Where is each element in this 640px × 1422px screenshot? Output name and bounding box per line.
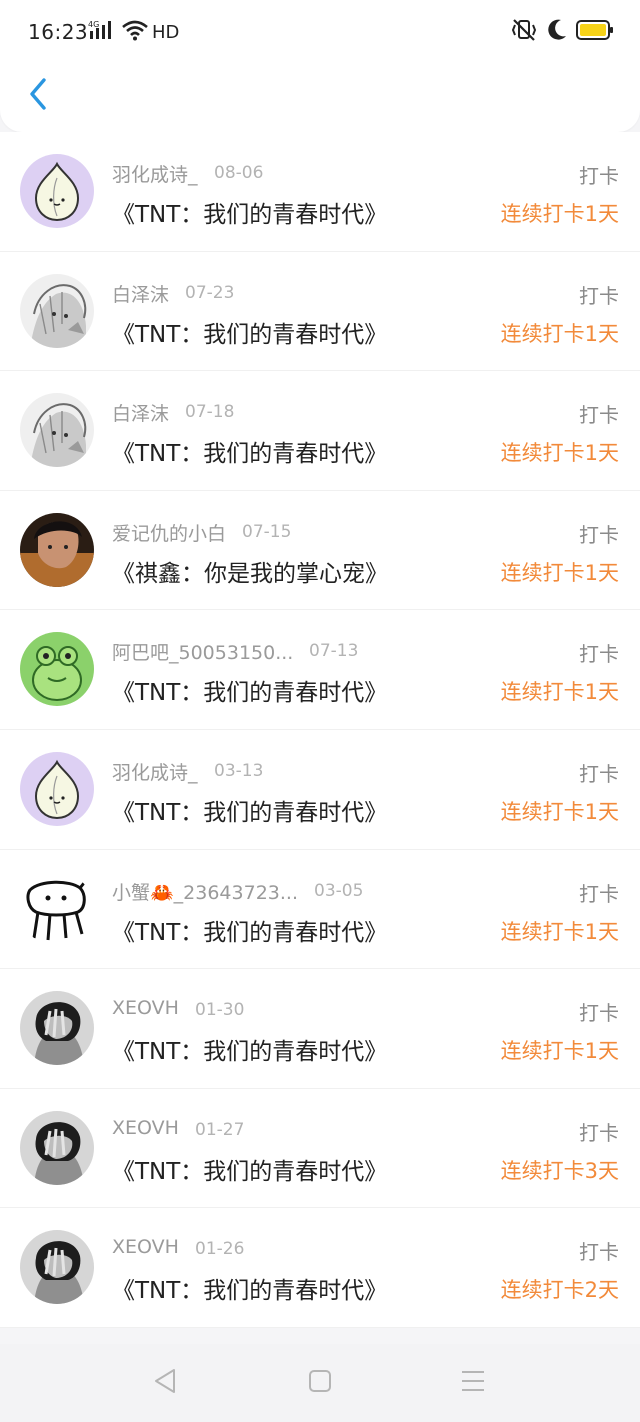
back-button[interactable] bbox=[18, 76, 58, 116]
checkin-date: 03-05 bbox=[314, 880, 364, 901]
checkin-date: 07-13 bbox=[309, 641, 359, 662]
avatar[interactable] bbox=[20, 871, 94, 946]
user-name[interactable]: 阿巴吧_50053150... bbox=[112, 638, 293, 665]
moon-icon bbox=[546, 18, 568, 46]
streak-count: 连续打卡1天 bbox=[500, 919, 619, 944]
checkin-date: 01-27 bbox=[195, 1119, 245, 1140]
book-title[interactable]: 《TNT：我们的青春时代》 bbox=[112, 315, 387, 349]
list-item[interactable]: 羽化成诗_ 08-06 《TNT：我们的青春时代》 打卡连续打卡1天 bbox=[0, 132, 640, 252]
avatar[interactable] bbox=[20, 393, 94, 468]
avatar[interactable] bbox=[20, 751, 94, 826]
book-title[interactable]: 《祺鑫：你是我的掌心宠》 bbox=[112, 554, 388, 588]
vibrate-icon bbox=[510, 18, 538, 46]
avatar[interactable] bbox=[20, 154, 94, 228]
status-time: 16:23 bbox=[28, 20, 89, 44]
nav-home-button[interactable] bbox=[305, 1368, 335, 1398]
list-item[interactable]: 羽化成诗_ 03-13 《TNT：我们的青春时代》 打卡连续打卡1天 bbox=[0, 729, 640, 850]
checkin-date: 07-18 bbox=[185, 402, 235, 423]
streak-count: 连续打卡1天 bbox=[500, 441, 619, 466]
book-title[interactable]: 《TNT：我们的青春时代》 bbox=[112, 673, 387, 707]
streak-count: 连续打卡1天 bbox=[500, 1039, 619, 1064]
streak-count: 连续打卡1天 bbox=[500, 202, 619, 226]
checkin-date: 03-13 bbox=[214, 760, 264, 781]
avatar[interactable] bbox=[20, 632, 94, 707]
book-title[interactable]: 《TNT：我们的青春时代》 bbox=[112, 1032, 387, 1066]
book-title[interactable]: 《TNT：我们的青春时代》 bbox=[112, 1271, 387, 1305]
checkin-label: 打卡 bbox=[579, 283, 619, 308]
list-item[interactable]: 阿巴吧_50053150... 07-13 《TNT：我们的青春时代》 打卡连续打卡1… bbox=[0, 610, 640, 730]
checkin-date: 01-30 bbox=[195, 1000, 245, 1021]
user-name[interactable]: 羽化成诗_ bbox=[112, 160, 198, 187]
user-name[interactable]: 白泽沫 bbox=[112, 280, 169, 307]
user-name[interactable]: 爱记仇的小白 bbox=[112, 519, 226, 546]
checkin-date: 07-15 bbox=[242, 521, 292, 542]
avatar[interactable] bbox=[20, 512, 94, 587]
avatar[interactable] bbox=[20, 991, 94, 1066]
user-name[interactable]: XEOVH bbox=[112, 1236, 179, 1258]
menu-lines-icon bbox=[459, 1368, 487, 1398]
nav-menu-button[interactable] bbox=[458, 1368, 488, 1398]
list-item[interactable]: 小蟹🦀_23643723... 03-05 《TNT：我们的青春时代》 打卡连续打卡1… bbox=[0, 849, 640, 970]
status-bar: 16:23 4G HD bbox=[0, 0, 640, 64]
battery-icon bbox=[576, 19, 614, 45]
book-title[interactable]: 《TNT：我们的青春时代》 bbox=[112, 1152, 387, 1186]
checkin-label: 打卡 bbox=[579, 761, 619, 786]
checkin-label: 打卡 bbox=[579, 881, 619, 906]
avatar[interactable] bbox=[20, 273, 94, 348]
list-item[interactable]: XEOVH 01-30 《TNT：我们的青春时代》 打卡连续打卡1天 bbox=[0, 969, 640, 1089]
chevron-left-icon bbox=[26, 76, 50, 116]
checkin-label: 打卡 bbox=[579, 522, 619, 547]
streak-count: 连续打卡1天 bbox=[500, 799, 619, 824]
back-triangle-icon bbox=[152, 1367, 178, 1399]
checkin-label: 打卡 bbox=[579, 1120, 619, 1145]
list-item[interactable]: 白泽沫 07-23 《TNT：我们的青春时代》 打卡连续打卡1天 bbox=[0, 251, 640, 372]
avatar[interactable] bbox=[20, 1110, 94, 1185]
list-item[interactable]: XEOVH 01-27 《TNT：我们的青春时代》 打卡连续打卡3天 bbox=[0, 1088, 640, 1209]
checkin-date: 01-26 bbox=[195, 1239, 245, 1260]
user-name[interactable]: XEOVH bbox=[112, 997, 179, 1019]
list-item[interactable]: 白泽沫 07-18 《TNT：我们的青春时代》 打卡连续打卡1天 bbox=[0, 371, 640, 491]
svg-text:4G: 4G bbox=[88, 20, 99, 29]
checkin-label: 打卡 bbox=[579, 1240, 619, 1265]
user-name[interactable]: 白泽沫 bbox=[112, 399, 169, 426]
book-title[interactable]: 《TNT：我们的青春时代》 bbox=[112, 793, 387, 827]
checkin-date: 08-06 bbox=[214, 163, 264, 183]
streak-count: 连续打卡1天 bbox=[500, 321, 619, 346]
book-title[interactable]: 《TNT：我们的青春时代》 bbox=[112, 913, 387, 947]
user-name[interactable]: 羽化成诗_ bbox=[112, 758, 198, 785]
book-title[interactable]: 《TNT：我们的青春时代》 bbox=[112, 434, 387, 468]
checkin-label: 打卡 bbox=[579, 1001, 619, 1026]
streak-count: 连续打卡2天 bbox=[500, 1278, 619, 1303]
home-square-icon bbox=[307, 1368, 333, 1398]
streak-count: 连续打卡1天 bbox=[500, 680, 619, 705]
signal-icon: 4G bbox=[88, 19, 116, 45]
nav-back-button[interactable] bbox=[150, 1368, 180, 1398]
wifi-icon bbox=[122, 19, 148, 45]
checkin-date: 07-23 bbox=[185, 282, 235, 303]
avatar[interactable] bbox=[20, 1230, 94, 1305]
list-item[interactable]: XEOVH 01-26 《TNT：我们的青春时代》 打卡连续打卡2天 bbox=[0, 1208, 640, 1328]
checkin-label: 打卡 bbox=[579, 403, 619, 428]
checkin-label: 打卡 bbox=[579, 642, 619, 667]
streak-count: 连续打卡1天 bbox=[500, 560, 619, 585]
status-left-icons: 4G HD bbox=[88, 20, 179, 44]
user-name[interactable]: 小蟹🦀_23643723... bbox=[112, 878, 298, 905]
status-right-icons bbox=[510, 18, 614, 46]
checkin-label: 打卡 bbox=[579, 164, 619, 188]
book-title[interactable]: 《TNT：我们的青春时代》 bbox=[112, 195, 387, 229]
checkin-list: 羽化成诗_ 08-06 《TNT：我们的青春时代》 打卡 连续打卡1天 白泽沫 07-23 《… bbox=[0, 132, 640, 1328]
user-name[interactable]: XEOVH bbox=[112, 1117, 179, 1139]
list-item[interactable]: 爱记仇的小白 07-15 《祺鑫：你是我的掌心宠》 打卡连续打卡1天 bbox=[0, 490, 640, 611]
hd-label: HD bbox=[152, 21, 180, 43]
streak-count: 连续打卡3天 bbox=[500, 1158, 619, 1183]
system-nav-bar bbox=[0, 1344, 640, 1422]
header: 16:23 4G HD bbox=[0, 0, 640, 132]
